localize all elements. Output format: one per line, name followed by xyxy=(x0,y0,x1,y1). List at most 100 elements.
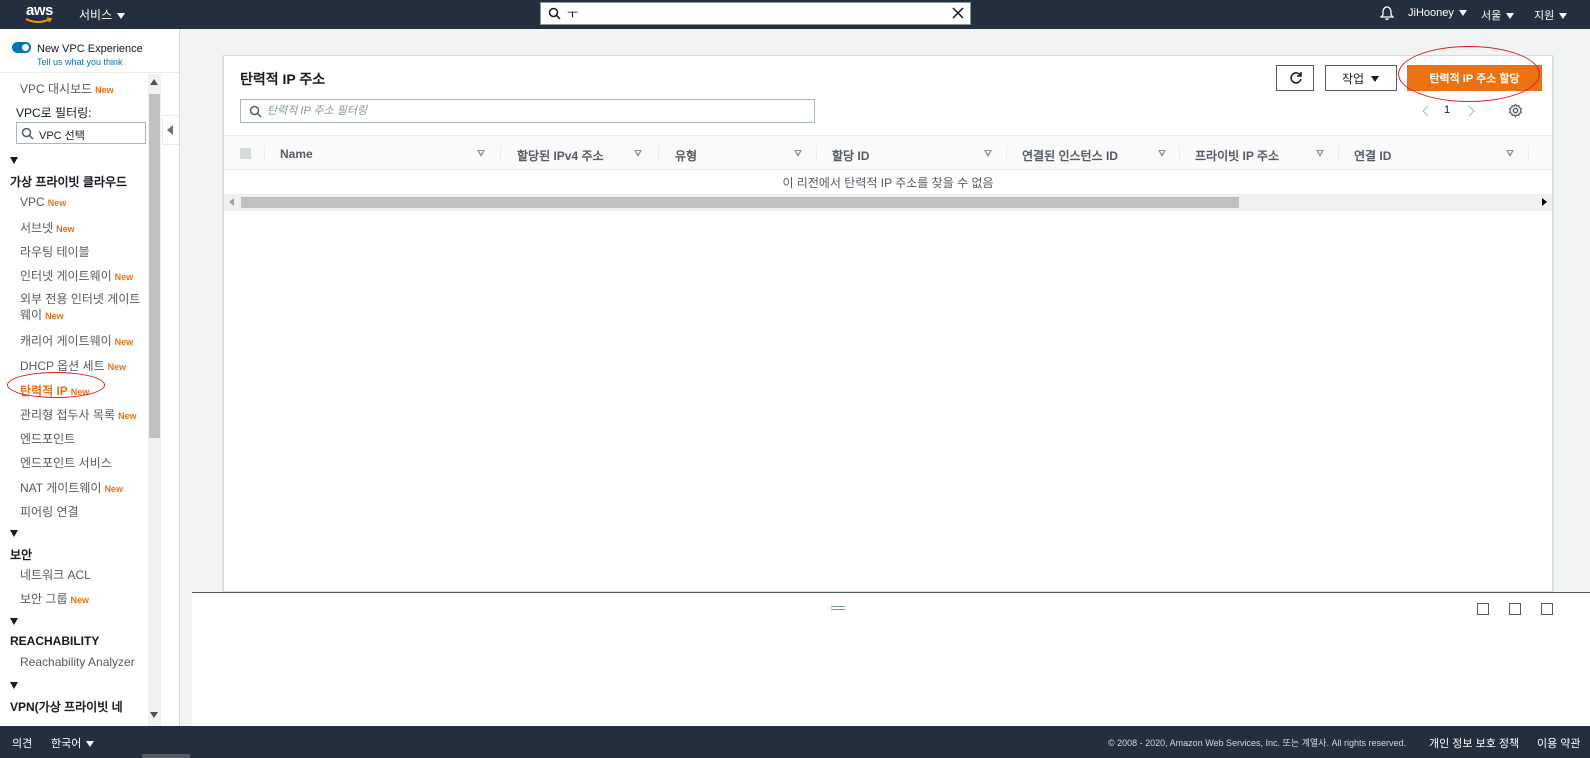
section-toggle-icon[interactable] xyxy=(10,530,18,537)
table-horizontal-scrollbar[interactable] xyxy=(224,194,1552,211)
column-divider[interactable] xyxy=(816,145,817,162)
page-number[interactable]: 1 xyxy=(1444,104,1450,116)
section-toggle-icon[interactable] xyxy=(10,618,18,625)
search-icon xyxy=(548,7,561,20)
scrollbar-thumb[interactable] xyxy=(241,197,1239,208)
bell-icon[interactable] xyxy=(1380,6,1394,21)
sidebar-item-label: Reachability Analyzer xyxy=(20,655,135,669)
new-vpc-experience: New VPC Experience Tell us what you thin… xyxy=(0,29,179,73)
sort-icon[interactable] xyxy=(1506,150,1514,157)
sidebar-item-route-tables[interactable]: 라우팅 테이블 xyxy=(20,243,90,260)
column-divider[interactable] xyxy=(1179,145,1180,162)
sidebar-item-egress-only-gateways[interactable]: 외부 전용 인터넷 게이트 웨이 New xyxy=(20,291,140,324)
scrollbar-thumb[interactable] xyxy=(149,94,160,438)
select-all-checkbox[interactable] xyxy=(240,148,251,159)
new-badge: New xyxy=(56,224,75,234)
sidebar-item-security-groups[interactable]: 보안 그룹 New xyxy=(20,590,89,607)
scroll-right-icon[interactable] xyxy=(1542,198,1547,206)
collapse-sidebar-button[interactable] xyxy=(162,115,179,145)
column-divider[interactable] xyxy=(500,145,501,162)
aws-logo[interactable]: aws xyxy=(24,1,54,25)
sidebar-scrollbar[interactable] xyxy=(148,74,161,726)
table-filter-input[interactable] xyxy=(267,103,807,119)
chevron-right-icon[interactable] xyxy=(1463,105,1475,117)
chevron-left-icon[interactable] xyxy=(1422,105,1434,117)
scroll-left-icon[interactable] xyxy=(229,198,234,206)
support-menu[interactable]: 지원 xyxy=(1534,7,1568,23)
actions-label: 작업 xyxy=(1342,71,1365,86)
sidebar-item-endpoints[interactable]: 엔드포인트 xyxy=(20,430,75,447)
sidebar-item-label: DHCP 옵션 세트 xyxy=(20,359,105,373)
column-divider[interactable] xyxy=(1006,145,1007,162)
language-selector[interactable]: 한국어 xyxy=(51,735,95,751)
caret-down-icon xyxy=(1371,76,1380,83)
new-vpc-experience-toggle[interactable] xyxy=(12,42,31,53)
sidebar-item-internet-gateways[interactable]: 인터넷 게이트웨이 New xyxy=(20,267,133,284)
gear-icon[interactable] xyxy=(1508,103,1523,118)
sidebar-item-subnets[interactable]: 서브넷 New xyxy=(20,219,75,236)
sidebar-item-dhcp-options[interactable]: DHCP 옵션 세트 New xyxy=(20,357,126,374)
sidebar-item-network-acls[interactable]: 네트워크 ACL xyxy=(20,566,91,583)
sidebar-item-reachability-analyzer[interactable]: Reachability Analyzer xyxy=(20,655,135,669)
section-toggle-icon[interactable] xyxy=(10,682,18,689)
column-divider[interactable] xyxy=(658,145,659,162)
column-divider[interactable] xyxy=(1528,145,1529,162)
actions-button[interactable]: 작업 xyxy=(1325,65,1397,91)
column-header-name[interactable]: Name xyxy=(280,147,313,161)
terms-link[interactable]: 이용 약관 xyxy=(1537,735,1581,751)
allocate-elastic-ip-button[interactable]: 탄력적 IP 주소 할당 xyxy=(1407,65,1542,91)
language-label: 한국어 xyxy=(51,738,82,750)
new-badge: New xyxy=(118,411,137,421)
column-header-type[interactable]: 유형 xyxy=(675,147,697,164)
page-title: 탄력적 IP 주소 xyxy=(240,71,326,87)
sidebar-item-label: 캐리어 게이트웨이 xyxy=(20,334,112,348)
privacy-policy-link[interactable]: 개인 정보 보호 정책 xyxy=(1429,735,1519,751)
services-menu[interactable]: 서비스 xyxy=(79,6,126,23)
sort-icon[interactable] xyxy=(1158,150,1166,157)
sidebar-item-peering-connections[interactable]: 피어링 연결 xyxy=(20,503,79,520)
new-badge: New xyxy=(47,198,67,208)
column-header-private-ip[interactable]: 프라이빗 IP 주소 xyxy=(1195,147,1279,164)
sidebar-item-vpc[interactable]: VPC New xyxy=(20,195,66,209)
sidebar-item-label: 외부 전용 인터넷 게이트 xyxy=(20,292,141,306)
column-divider[interactable] xyxy=(1338,145,1339,162)
scroll-up-icon[interactable] xyxy=(150,79,158,85)
section-toggle-icon[interactable] xyxy=(10,157,18,164)
new-badge: New xyxy=(70,595,90,605)
column-header-ipv4[interactable]: 할당된 IPv4 주소 xyxy=(517,147,604,164)
column-header-instance-id[interactable]: 연결된 인스턴스 ID xyxy=(1022,147,1118,164)
sidebar-item-label: 탄력적 IP xyxy=(20,384,68,398)
sidebar-item-prefix-lists[interactable]: 관리형 접두사 목록 New xyxy=(20,406,137,423)
split-side-icon[interactable] xyxy=(1509,603,1521,615)
feedback-link[interactable]: Tell us what you think xyxy=(37,57,123,67)
sidebar-item-elastic-ip[interactable]: 탄력적 IP New xyxy=(20,382,89,399)
sort-icon[interactable] xyxy=(1316,150,1324,157)
column-header-association-id[interactable]: 연결 ID xyxy=(1354,147,1391,164)
sort-icon[interactable] xyxy=(794,150,802,157)
refresh-button[interactable] xyxy=(1276,65,1314,91)
resize-handle[interactable] xyxy=(831,606,845,610)
scroll-down-icon[interactable] xyxy=(150,712,158,718)
sort-icon[interactable] xyxy=(984,150,992,157)
column-header-allocation-id[interactable]: 할당 ID xyxy=(832,147,869,164)
chevron-down-icon xyxy=(1458,10,1467,17)
user-menu[interactable]: JiHooney xyxy=(1408,7,1467,19)
sort-icon[interactable] xyxy=(634,150,642,157)
search-input[interactable] xyxy=(567,4,937,23)
sort-icon[interactable] xyxy=(477,150,485,157)
split-full-icon[interactable] xyxy=(1541,603,1553,615)
new-badge: New xyxy=(114,272,134,282)
global-search[interactable] xyxy=(540,2,971,25)
split-bottom-icon[interactable] xyxy=(1477,603,1489,615)
sidebar-item-nat-gateways[interactable]: NAT 게이트웨이 New xyxy=(20,479,123,496)
feedback-button[interactable]: 의견 xyxy=(12,735,32,751)
close-icon[interactable] xyxy=(952,7,964,19)
region-menu[interactable]: 서울 xyxy=(1481,7,1515,23)
sidebar-item-endpoint-services[interactable]: 엔드포인트 서비스 xyxy=(20,454,112,471)
footer: 의견 한국어 © 2008 - 2020, Amazon Web Service… xyxy=(0,726,1590,758)
services-label: 서비스 xyxy=(79,8,113,22)
sidebar-item-dashboard[interactable]: VPC 대시보드 New xyxy=(20,80,114,97)
sidebar-item-carrier-gateways[interactable]: 캐리어 게이트웨이 New xyxy=(20,332,133,349)
vpc-filter-select[interactable]: VPC 선택 xyxy=(16,122,146,144)
table-filter[interactable] xyxy=(240,99,815,123)
